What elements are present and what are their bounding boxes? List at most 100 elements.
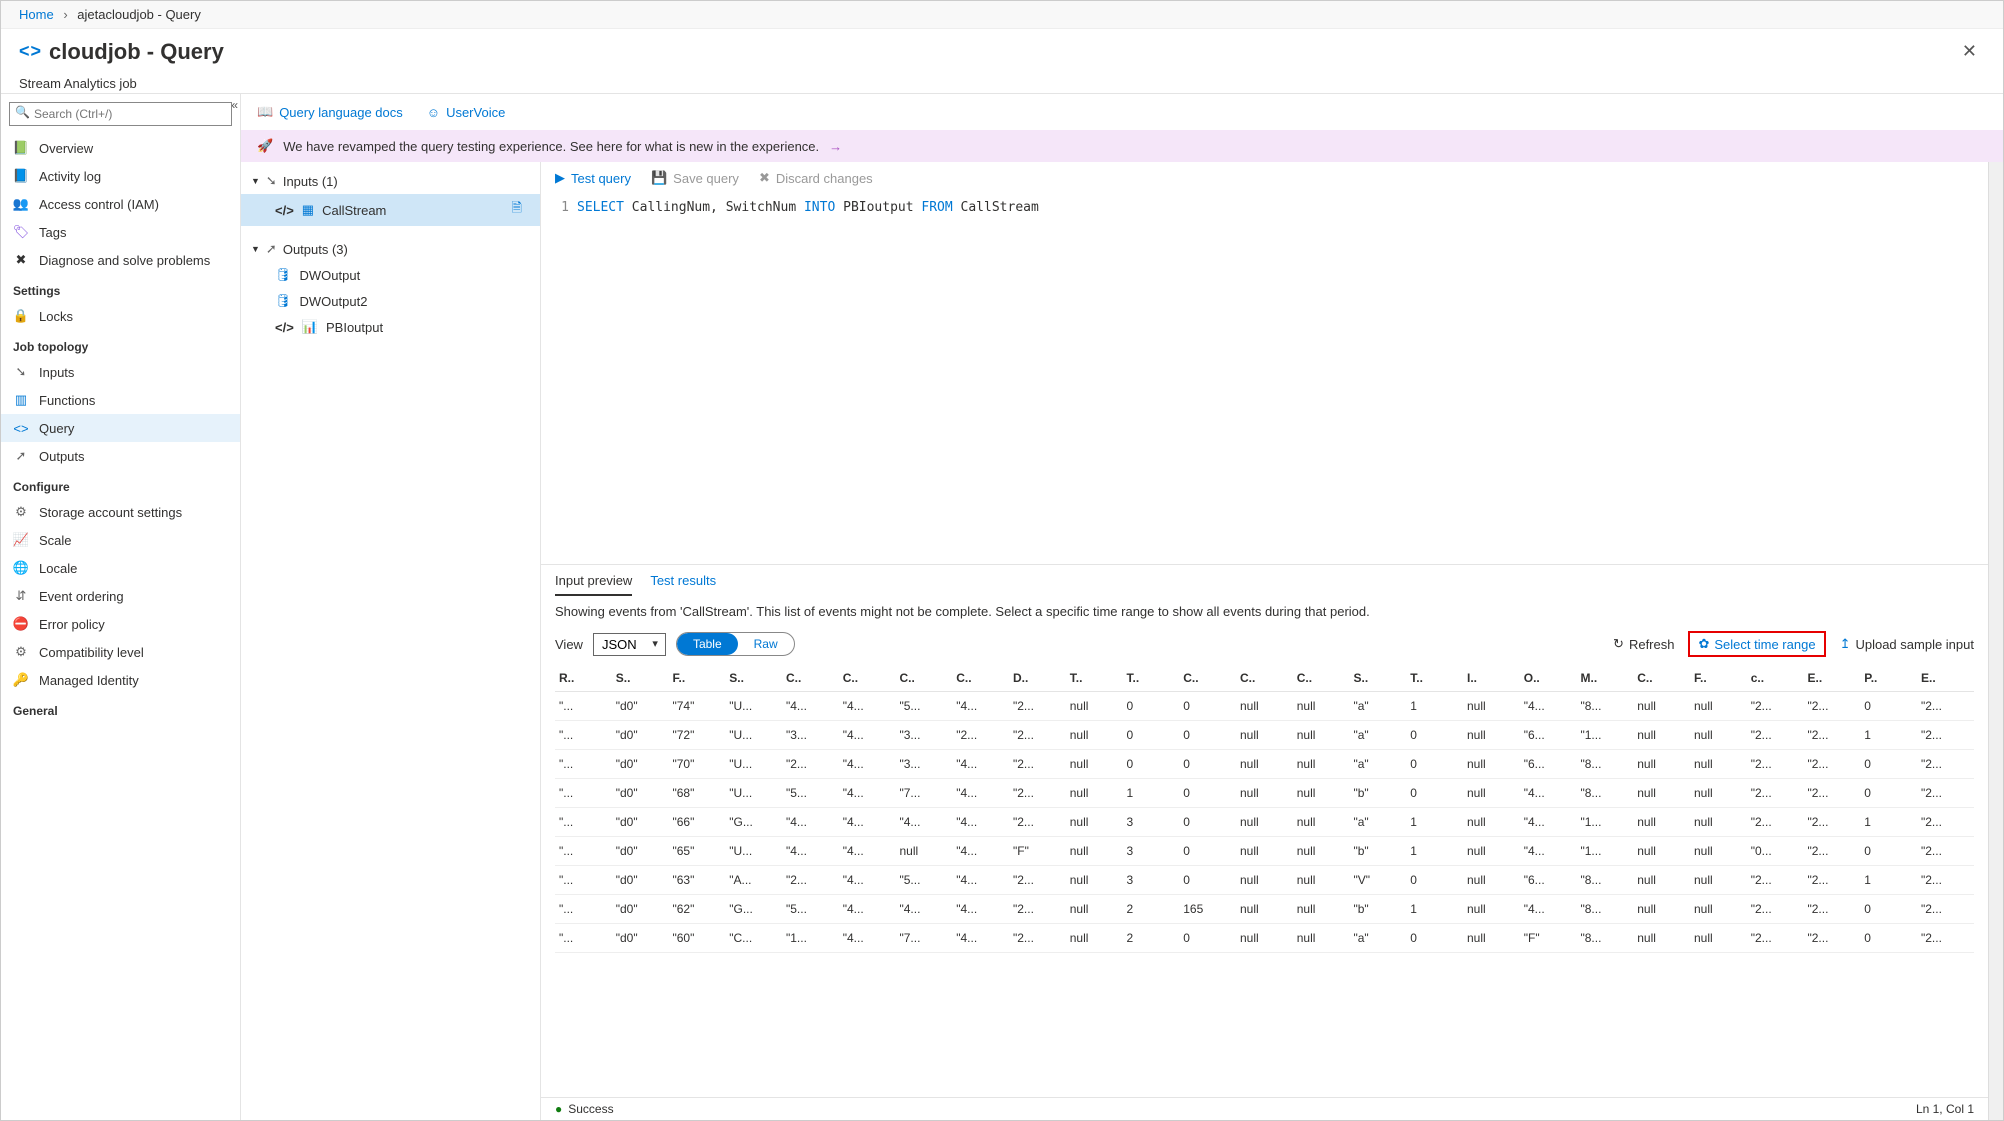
table-header[interactable]: C..	[952, 665, 1009, 692]
query-docs-link[interactable]: 📖 Query language docs	[257, 104, 403, 120]
uservoice-link[interactable]: ☺ UserVoice	[427, 104, 506, 120]
refresh-button[interactable]: ↻ Refresh	[1613, 636, 1674, 652]
table-row[interactable]: "..."d0""65""U..."4..."4...null"4..."F"n…	[555, 837, 1974, 866]
table-cell: 0	[1123, 692, 1180, 721]
table-cell: "0...	[1747, 837, 1804, 866]
table-header[interactable]: S..	[725, 665, 782, 692]
upload-sample-button[interactable]: ↥ Upload sample input	[1840, 636, 1974, 652]
table-header[interactable]: O..	[1520, 665, 1577, 692]
discard-button[interactable]: ✖ Discard changes	[759, 170, 873, 186]
sidebar-item-label: Diagnose and solve problems	[39, 253, 210, 268]
table-header[interactable]: M..	[1577, 665, 1634, 692]
sidebar-item-identity[interactable]: 🔑Managed Identity	[1, 666, 240, 694]
tree-output-pbioutput[interactable]: </>📊PBIoutput	[241, 314, 540, 340]
code-editor[interactable]: 1 SELECT CallingNum, SwitchNum INTO PBIo…	[541, 194, 1988, 564]
close-button[interactable]: ✕	[1954, 37, 1985, 66]
toggle-raw[interactable]: Raw	[738, 633, 794, 655]
sidebar-item-label: Managed Identity	[39, 673, 139, 688]
test-query-button[interactable]: ▶ Test query	[555, 170, 631, 186]
table-header[interactable]: I..	[1463, 665, 1520, 692]
table-row[interactable]: "..."d0""72""U..."3..."4..."3..."2..."2.…	[555, 721, 1974, 750]
table-row[interactable]: "..."d0""63""A..."2..."4..."5..."4..."2.…	[555, 866, 1974, 895]
table-cell: null	[1236, 895, 1293, 924]
table-header[interactable]: E..	[1804, 665, 1861, 692]
search-input[interactable]	[9, 102, 232, 126]
tab-input-preview[interactable]: Input preview	[555, 573, 632, 596]
table-cell: "U...	[725, 750, 782, 779]
table-cell: null	[1463, 895, 1520, 924]
table-header[interactable]: C..	[839, 665, 896, 692]
table-header[interactable]: C..	[1236, 665, 1293, 692]
table-header[interactable]: C..	[896, 665, 953, 692]
sidebar-item-label: Overview	[39, 141, 93, 156]
toggle-table[interactable]: Table	[677, 633, 738, 655]
table-cell: null	[1066, 692, 1123, 721]
sidebar-item-storage[interactable]: ⚙Storage account settings	[1, 498, 240, 526]
table-header[interactable]: R..	[555, 665, 612, 692]
table-cell: null	[1066, 808, 1123, 837]
discard-label: Discard changes	[776, 171, 873, 186]
tree-output-dwoutput2[interactable]: 🛢DWOutput2	[241, 288, 540, 314]
breadcrumb-home[interactable]: Home	[19, 7, 54, 22]
table-cell: "2...	[1804, 808, 1861, 837]
banner-arrow-icon[interactable]: →	[829, 139, 842, 154]
select-time-range-button[interactable]: ✿ Select time range	[1688, 631, 1825, 657]
table-cell: 0	[1406, 750, 1463, 779]
table-row[interactable]: "..."d0""70""U..."2..."4..."3..."4..."2.…	[555, 750, 1974, 779]
table-cell: "7...	[896, 924, 953, 953]
sidebar-item-scale[interactable]: 📈Scale	[1, 526, 240, 554]
table-header[interactable]: F..	[669, 665, 726, 692]
sidebar-item-ordering[interactable]: ⇵Event ordering	[1, 582, 240, 610]
sidebar-item-inputs[interactable]: ➘Inputs	[1, 358, 240, 386]
table-cell: "7...	[896, 779, 953, 808]
sidebar-item-query[interactable]: <>Query	[1, 414, 240, 442]
table-header[interactable]: C..	[782, 665, 839, 692]
table-header[interactable]: P..	[1860, 665, 1917, 692]
sidebar-item-error[interactable]: ⛔Error policy	[1, 610, 240, 638]
table-header[interactable]: S..	[1350, 665, 1407, 692]
table-header[interactable]: C..	[1179, 665, 1236, 692]
sidebar-item-compat[interactable]: ⚙Compatibility level	[1, 638, 240, 666]
table-header[interactable]: C..	[1633, 665, 1690, 692]
table-cell: "d0"	[612, 692, 669, 721]
sidebar-item-functions[interactable]: ▥Functions	[1, 386, 240, 414]
table-row[interactable]: "..."d0""66""G..."4..."4..."4..."4..."2.…	[555, 808, 1974, 837]
table-cell: null	[1633, 750, 1690, 779]
table-cell: "4...	[839, 924, 896, 953]
table-cell: null	[1633, 692, 1690, 721]
sidebar-item-diagnose[interactable]: ✖Diagnose and solve problems	[1, 246, 240, 274]
table-header[interactable]: T..	[1406, 665, 1463, 692]
tree-outputs-group[interactable]: ▼ ➚ Outputs (3)	[241, 236, 540, 262]
sidebar-item-locks[interactable]: 🔒Locks	[1, 302, 240, 330]
scrollbar[interactable]	[1988, 162, 2003, 1120]
table-cell: "3...	[896, 750, 953, 779]
tree-output-dwoutput[interactable]: 🛢DWOutput	[241, 262, 540, 288]
sidebar-item-tags[interactable]: 🏷Tags	[1, 218, 240, 246]
tree-inputs-group[interactable]: ▼ ➘ Inputs (1)	[241, 168, 540, 194]
tab-test-results[interactable]: Test results	[650, 573, 716, 596]
sidebar-item-outputs[interactable]: ➚Outputs	[1, 442, 240, 470]
table-header[interactable]: E..	[1917, 665, 1974, 692]
sidebar-item-activity[interactable]: 📘Activity log	[1, 162, 240, 190]
query-docs-label: Query language docs	[279, 105, 403, 120]
table-header[interactable]: F..	[1690, 665, 1747, 692]
view-select[interactable]: JSON	[593, 633, 666, 656]
table-row[interactable]: "..."d0""62""G..."5..."4..."4..."4..."2.…	[555, 895, 1974, 924]
table-cell: 3	[1123, 837, 1180, 866]
table-cell: "4...	[839, 808, 896, 837]
sidebar-item-locale[interactable]: 🌐Locale	[1, 554, 240, 582]
table-row[interactable]: "..."d0""74""U..."4..."4..."5..."4..."2.…	[555, 692, 1974, 721]
table-cell: null	[1293, 837, 1350, 866]
sidebar-item-overview[interactable]: 📗Overview	[1, 134, 240, 162]
table-header[interactable]: T..	[1123, 665, 1180, 692]
table-header[interactable]: S..	[612, 665, 669, 692]
table-row[interactable]: "..."d0""60""C..."1..."4..."7..."4..."2.…	[555, 924, 1974, 953]
table-header[interactable]: T..	[1066, 665, 1123, 692]
tree-input-callstream[interactable]: </>▦CallStream🗎	[241, 194, 540, 226]
save-query-button[interactable]: 💾 Save query	[651, 170, 739, 186]
table-header[interactable]: C..	[1293, 665, 1350, 692]
sidebar-item-access[interactable]: 👥Access control (IAM)	[1, 190, 240, 218]
table-row[interactable]: "..."d0""68""U..."5..."4..."7..."4..."2.…	[555, 779, 1974, 808]
table-header[interactable]: c..	[1747, 665, 1804, 692]
table-header[interactable]: D..	[1009, 665, 1066, 692]
